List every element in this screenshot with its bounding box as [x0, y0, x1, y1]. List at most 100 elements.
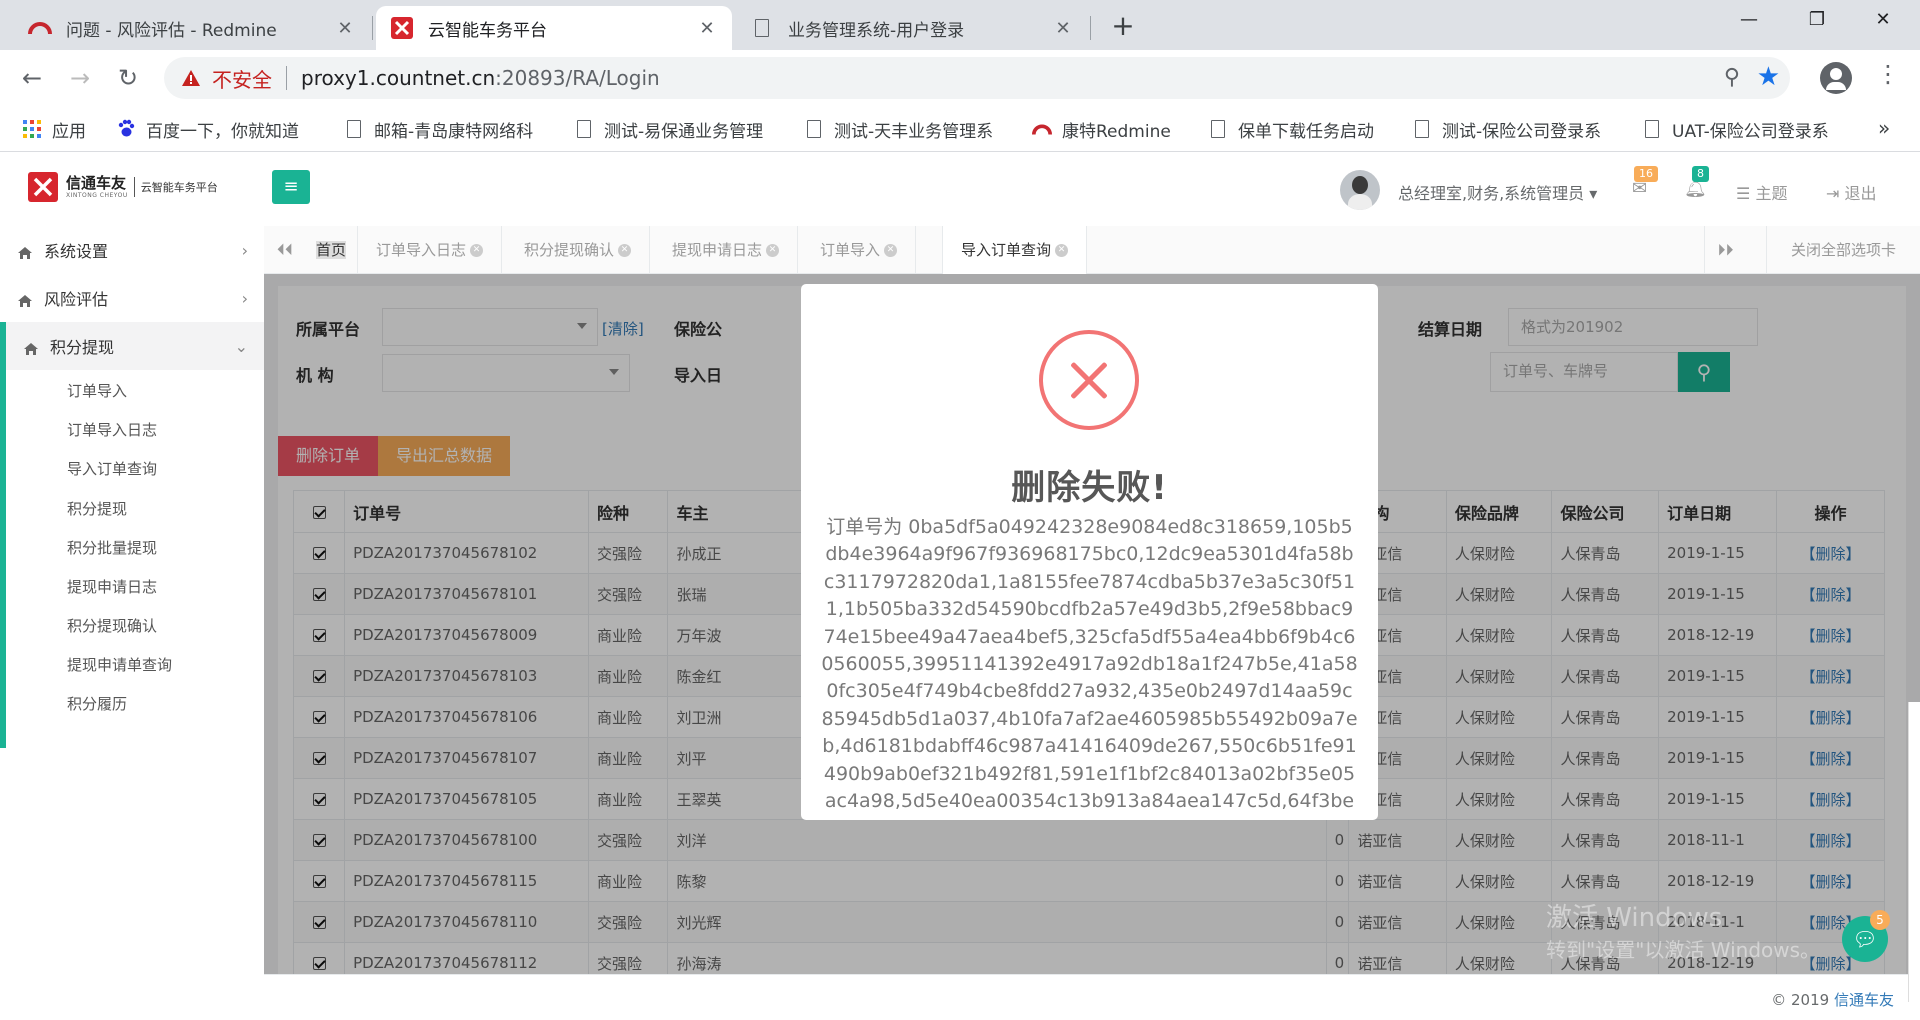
tab-label: 提现申请日志 — [672, 241, 763, 259]
tab-order-import-log[interactable]: 订单导入日志 ✕ — [358, 226, 503, 274]
chevron-down-icon: ⌄ — [234, 336, 248, 356]
url-path: :20893/RA/Login — [495, 66, 660, 90]
footer-brand-link[interactable]: 信通车友 — [1834, 991, 1894, 1009]
close-icon[interactable]: ✕ — [766, 244, 780, 257]
mail-count-badge: 16 — [1634, 166, 1658, 182]
bookmark-label: 康特Redmine — [1062, 121, 1171, 142]
browser-tab-platform[interactable]: 云智能车务平台 ✕ — [376, 6, 732, 50]
sidebar-item-imported-order-query[interactable]: 导入订单查询 — [67, 458, 157, 479]
bookmark-apps[interactable]: 应用 — [22, 116, 86, 142]
close-icon[interactable]: ✕ — [618, 244, 632, 257]
logout-link[interactable]: ⇥ 退出 — [1826, 180, 1877, 204]
close-icon[interactable]: ✕ — [470, 244, 484, 257]
close-all-tabs-button[interactable]: 关闭全部选项卡 — [1766, 226, 1920, 274]
bookmark-star-icon[interactable]: ★ — [1757, 62, 1780, 92]
close-icon[interactable]: ✕ — [696, 18, 718, 39]
theme-label: 主题 — [1755, 184, 1788, 203]
bookmark-label: 邮箱-青岛康特网络科 — [374, 121, 534, 142]
reload-icon[interactable]: ↻ — [110, 60, 146, 96]
baidu-paw-icon — [116, 119, 136, 139]
warning-icon — [180, 67, 202, 89]
bookmark-label: 保单下载任务启动 — [1238, 121, 1374, 142]
sidebar-group-system[interactable]: 系统设置 › — [0, 226, 264, 274]
bookmark-mail[interactable]: 邮箱-青岛康特网络科 — [344, 116, 533, 142]
sidebar-active-indicator — [0, 322, 6, 748]
tab-home[interactable]: 首页 — [306, 226, 358, 274]
bell-count-badge: 8 — [1692, 166, 1709, 182]
restore-button[interactable]: ❐ — [1786, 0, 1848, 42]
bookmark-policy-download[interactable]: 保单下载任务启动 — [1208, 116, 1374, 142]
avatar[interactable] — [1340, 170, 1380, 210]
copyright: © 2019 信通车友 — [1771, 989, 1894, 1010]
logo-brand: 信通车友 — [66, 174, 127, 192]
sidebar-item-batch-withdraw[interactable]: 积分批量提现 — [67, 537, 157, 558]
browser-tab-login[interactable]: 业务管理系统-用户登录 ✕ — [736, 6, 1088, 50]
dialog-title: 删除失败! — [1011, 468, 1168, 508]
logout-label: 退出 — [1844, 184, 1877, 203]
bookmark-tianfeng[interactable]: 测试-天丰业务管理系 — [804, 116, 993, 142]
tab-withdraw-log[interactable]: 提现申请日志 ✕ — [654, 226, 799, 274]
dialog-message: 订单号为 0ba5df5a049242328e9084ed8c318659,10… — [821, 516, 1358, 820]
sidebar-item-order-import-log[interactable]: 订单导入日志 — [67, 419, 157, 440]
sidebar-item-withdraw-log[interactable]: 提现申请日志 — [67, 576, 157, 597]
minimize-button[interactable]: — — [1718, 0, 1780, 42]
redmine-icon — [28, 16, 52, 40]
zoom-icon[interactable]: ⚲ — [1724, 65, 1740, 90]
close-icon[interactable]: ✕ — [884, 244, 898, 257]
sidebar-group-label: 积分提现 — [50, 338, 115, 357]
chevron-right-icon: › — [241, 240, 248, 260]
logo-brand-en: XINTONG CHEYOU — [66, 192, 128, 199]
sidebar-item-withdraw-request-query[interactable]: 提现申请单查询 — [67, 654, 172, 675]
close-window-button[interactable]: ✕ — [1852, 0, 1914, 42]
document-icon — [804, 119, 824, 139]
bookmark-uat-login[interactable]: UAT-保险公司登录系 — [1642, 116, 1829, 142]
close-icon[interactable]: ✕ — [334, 18, 356, 39]
bookmark-redmine[interactable]: 康特Redmine — [1032, 116, 1171, 142]
browser-tab-title: 问题 - 风险评估 - Redmine — [66, 20, 277, 41]
address-bar[interactable]: 不安全 proxy1.countnet.cn:20893/RA/Login ⚲ … — [164, 57, 1790, 99]
document-icon — [1412, 119, 1432, 139]
sidebar-item-withdraw-confirm[interactable]: 积分提现确认 — [67, 615, 157, 636]
tabs-scroll-left-icon[interactable]: ⏴⏴ — [264, 226, 306, 274]
chevron-right-icon: › — [241, 288, 248, 308]
bookmark-insurer-login[interactable]: 测试-保险公司登录系 — [1412, 116, 1601, 142]
close-icon[interactable]: ✕ — [1055, 244, 1069, 257]
sidebar-item-order-import[interactable]: 订单导入 — [67, 380, 127, 401]
account-icon[interactable] — [1820, 62, 1852, 94]
bookmark-baidu[interactable]: 百度一下，你就知道 — [116, 116, 299, 142]
bookmark-label: 测试-天丰业务管理系 — [834, 121, 994, 142]
insecure-label: 不安全 — [212, 67, 272, 92]
divider — [286, 66, 287, 90]
tab-imported-order-query[interactable]: 导入订单查询 ✕ — [942, 226, 1088, 275]
bookmarks-overflow-icon[interactable]: » — [1878, 116, 1890, 140]
copyright-text: © 2019 — [1771, 991, 1830, 1009]
more-menu-icon[interactable]: ⋮ — [1876, 60, 1900, 88]
bookmark-yibaotong[interactable]: 测试-易保通业务管理 — [574, 116, 763, 142]
theme-link[interactable]: ☰ 主题 — [1736, 180, 1787, 204]
back-icon[interactable]: ← — [14, 60, 50, 96]
sidebar-item-points-history[interactable]: 积分履历 — [67, 693, 127, 714]
menu-toggle-button[interactable]: ≡ — [272, 170, 310, 204]
new-tab-button[interactable]: + — [1106, 10, 1140, 44]
browser-tab-redmine[interactable]: 问题 - 风险评估 - Redmine ✕ — [14, 6, 370, 50]
document-icon — [574, 119, 594, 139]
document-icon — [1208, 119, 1228, 139]
sidebar-group-points[interactable]: 积分提现 ⌄ — [0, 322, 264, 370]
sidebar-item-points-withdraw[interactable]: 积分提现 — [67, 498, 127, 519]
tab-separator — [372, 16, 373, 40]
tabs-scroll-right-icon[interactable]: ⏵⏵ — [1704, 226, 1746, 274]
forward-icon[interactable]: → — [62, 60, 98, 96]
tab-label: 积分提现确认 — [524, 241, 615, 259]
page-scrollbar[interactable] — [1908, 702, 1920, 1002]
close-icon[interactable]: ✕ — [1052, 18, 1074, 39]
sidebar-group-risk[interactable]: 风险评估 › — [0, 274, 264, 322]
tab-label: 订单导入日志 — [376, 241, 467, 259]
windows-activation-watermark: 激活 Windows 转到"设置"以激活 Windows。 — [1546, 902, 1820, 966]
home-icon — [18, 244, 32, 259]
tab-order-import[interactable]: 订单导入 ✕ — [802, 226, 917, 274]
home-icon — [24, 340, 38, 355]
address-bar-row: ← → ↻ 不安全 proxy1.countnet.cn:20893/RA/Lo… — [0, 50, 1920, 106]
user-roles-dropdown[interactable]: 总经理室,财务,系统管理员 ▾ — [1398, 180, 1597, 204]
tab-withdraw-confirm[interactable]: 积分提现确认 ✕ — [506, 226, 651, 274]
error-x-icon — [1039, 330, 1139, 430]
